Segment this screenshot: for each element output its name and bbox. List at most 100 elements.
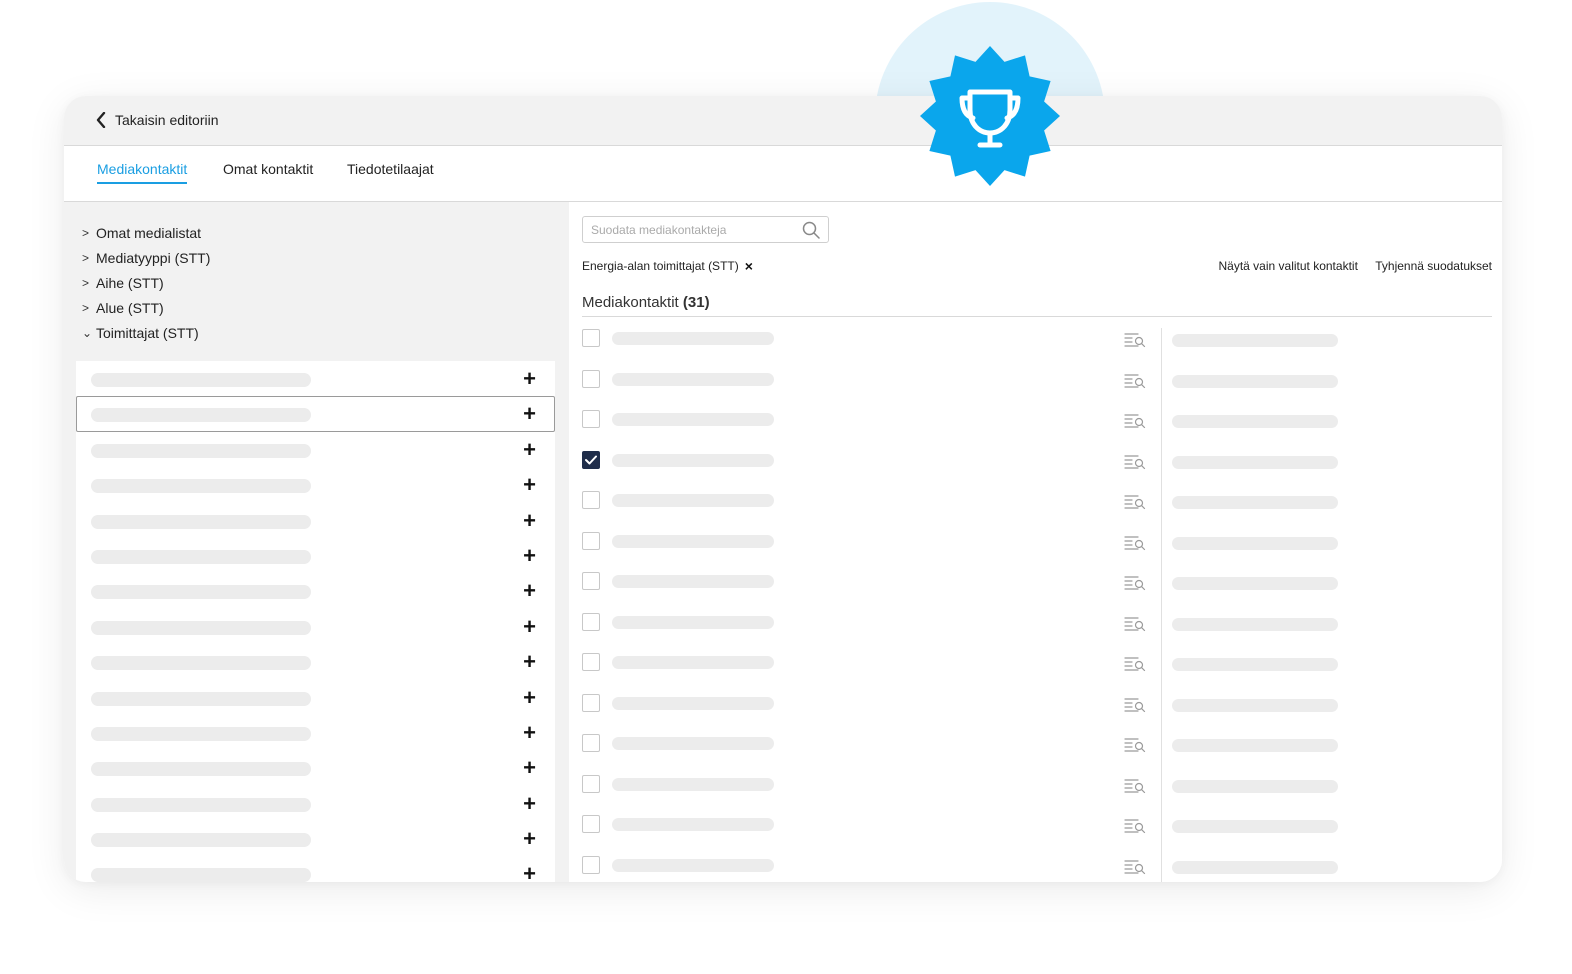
category-row[interactable]: + — [76, 786, 555, 821]
list-search-icon[interactable] — [1124, 656, 1146, 679]
contact-checkbox[interactable] — [582, 774, 600, 793]
category-row[interactable]: + — [76, 856, 555, 882]
contact-info-placeholder — [1172, 536, 1338, 550]
add-icon[interactable]: + — [523, 615, 536, 638]
contact-checkbox[interactable] — [582, 410, 600, 428]
tree-item-label: Alue (STT) — [96, 299, 164, 316]
category-row[interactable]: + — [76, 573, 555, 608]
list-search-icon[interactable] — [1124, 535, 1146, 558]
tree-item-toimittajat[interactable]: ⌄ Toimittajat (STT) — [82, 320, 210, 345]
add-icon[interactable]: + — [523, 828, 536, 850]
add-icon[interactable]: + — [523, 757, 536, 779]
list-search-icon[interactable] — [1124, 332, 1146, 355]
category-row[interactable]: + — [76, 467, 555, 502]
category-row[interactable]: + — [76, 821, 555, 856]
search-input[interactable] — [589, 217, 803, 243]
add-icon[interactable]: + — [523, 368, 536, 390]
add-icon[interactable]: + — [523, 403, 536, 425]
search-icon[interactable] — [802, 221, 820, 239]
check-icon — [585, 455, 597, 464]
filter-sidebar: > Omat medialistat > Mediatyyppi (STT) >… — [64, 202, 569, 882]
list-search-icon[interactable] — [1124, 697, 1146, 720]
tree-item-mediatyyppi[interactable]: > Mediatyyppi (STT) — [82, 246, 210, 271]
tab-mediakontaktit[interactable]: Mediakontaktit — [97, 161, 188, 184]
category-row[interactable]: + — [76, 750, 555, 785]
category-row[interactable]: + — [76, 361, 555, 396]
contact-checkbox[interactable] — [582, 815, 600, 833]
add-icon[interactable]: + — [523, 651, 536, 673]
category-row[interactable]: + — [76, 503, 555, 538]
active-filter-label: Energia-alan toimittajat (STT) — [582, 259, 739, 273]
contact-list — [582, 324, 1492, 882]
contact-name-placeholder — [612, 696, 774, 710]
section-title: Mediakontaktit (31) — [582, 294, 710, 311]
contact-checkbox[interactable] — [582, 491, 600, 509]
section-title-label: Mediakontaktit — [582, 294, 679, 311]
add-icon[interactable]: + — [523, 544, 536, 567]
tree-item-omat-medialistat[interactable]: > Omat medialistat — [82, 221, 210, 246]
list-search-icon[interactable] — [1124, 413, 1146, 436]
add-icon[interactable]: + — [523, 686, 536, 709]
list-search-icon[interactable] — [1124, 737, 1146, 760]
category-name-placeholder — [91, 868, 311, 882]
contact-checkbox[interactable] — [582, 329, 600, 347]
contact-checkbox[interactable] — [582, 855, 600, 874]
list-search-icon[interactable] — [1124, 575, 1146, 598]
contact-name-placeholder — [612, 615, 774, 629]
contact-info-placeholder — [1172, 496, 1338, 509]
contact-checkbox[interactable] — [582, 734, 600, 752]
list-search-icon[interactable] — [1124, 454, 1146, 477]
contact-row — [582, 486, 1492, 527]
add-icon[interactable]: + — [523, 792, 536, 815]
clear-filters-link[interactable]: Tyhjennä suodatukset — [1375, 259, 1492, 273]
tree-item-alue[interactable]: > Alue (STT) — [82, 295, 210, 320]
tab-omat-kontaktit[interactable]: Omat kontaktit — [223, 161, 313, 182]
contact-name-placeholder — [612, 575, 774, 588]
add-icon[interactable]: + — [523, 721, 536, 744]
list-search-icon[interactable] — [1124, 616, 1146, 639]
tree-item-label: Omat medialistat — [96, 225, 202, 242]
back-to-editor-button[interactable]: Takaisin editoriin — [96, 109, 219, 131]
category-row[interactable]: + — [76, 432, 555, 467]
list-search-icon[interactable] — [1124, 373, 1146, 396]
trophy-icon — [920, 46, 1060, 186]
category-row[interactable]: + — [76, 715, 555, 750]
contact-checkbox[interactable] — [582, 450, 600, 469]
contact-checkbox[interactable] — [582, 531, 600, 550]
add-icon[interactable]: + — [523, 474, 536, 496]
list-search-icon[interactable] — [1124, 818, 1146, 841]
add-icon[interactable]: + — [523, 580, 536, 602]
category-row[interactable]: + — [76, 538, 555, 573]
contact-checkbox[interactable] — [582, 612, 600, 631]
contact-name-placeholder — [612, 372, 774, 386]
contact-info-placeholder — [1172, 617, 1338, 631]
contact-row — [582, 729, 1492, 770]
list-search-icon[interactable] — [1124, 859, 1146, 882]
category-row[interactable]: + — [76, 396, 555, 432]
active-filter-chip: Energia-alan toimittajat (STT) × — [582, 258, 753, 274]
add-icon[interactable]: + — [523, 438, 536, 461]
category-name-placeholder — [91, 762, 311, 777]
contact-checkbox[interactable] — [582, 693, 600, 712]
category-row[interactable]: + — [76, 609, 555, 644]
tab-tiedotetilaajat[interactable]: Tiedotetilaajat — [347, 161, 434, 182]
tree-item-aihe[interactable]: > Aihe (STT) — [82, 271, 210, 296]
contact-checkbox[interactable] — [582, 572, 600, 590]
contact-checkbox[interactable] — [582, 369, 600, 388]
add-icon[interactable]: + — [523, 509, 536, 532]
list-search-icon[interactable] — [1124, 778, 1146, 801]
show-selected-link[interactable]: Näytä vain valitut kontaktit — [1219, 259, 1358, 273]
category-row[interactable]: + — [76, 680, 555, 715]
category-name-placeholder — [91, 691, 311, 706]
contact-checkbox[interactable] — [582, 653, 600, 671]
remove-filter-icon[interactable]: × — [745, 258, 753, 274]
contact-row — [582, 608, 1492, 649]
contact-name-placeholder — [612, 818, 774, 831]
contact-name-placeholder — [612, 777, 774, 791]
add-icon[interactable]: + — [523, 863, 536, 882]
chevron-right-icon: > — [82, 226, 90, 241]
category-row[interactable]: + — [76, 644, 555, 679]
contact-row — [582, 689, 1492, 730]
list-search-icon[interactable] — [1124, 494, 1146, 517]
contact-name-placeholder — [612, 858, 774, 872]
